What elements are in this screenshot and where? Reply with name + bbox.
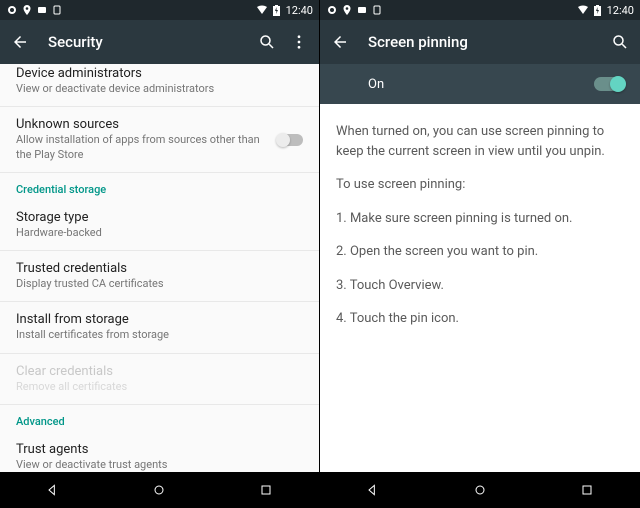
step-2: 2. Open the screen you want to pin. <box>336 242 624 262</box>
location-icon <box>341 4 353 16</box>
item-title: Trusted credentials <box>16 261 303 276</box>
detail-content: When turned on, you can use screen pinni… <box>320 104 640 472</box>
item-subtitle: Allow installation of apps from sources … <box>16 133 277 162</box>
item-trusted-credentials[interactable]: Trusted credentials Display trusted CA c… <box>0 251 319 302</box>
nav-overview[interactable] <box>256 480 276 500</box>
notif-icon <box>326 4 338 16</box>
screen-pinning-toggle[interactable] <box>594 77 624 91</box>
nav-home[interactable] <box>149 480 169 500</box>
item-title: Install from storage <box>16 312 303 327</box>
wifi-icon <box>256 4 268 16</box>
item-install-from-storage[interactable]: Install from storage Install certificate… <box>0 302 319 353</box>
step-3: 3. Touch Overview. <box>336 276 624 296</box>
status-bar: 12:40 <box>0 0 319 20</box>
nav-bar <box>0 472 319 508</box>
battery-icon <box>592 4 604 16</box>
toggle-bar: On <box>320 64 640 104</box>
item-unknown-sources[interactable]: Unknown sources Allow installation of ap… <box>0 107 319 173</box>
item-clear-credentials: Clear credentials Remove all certificate… <box>0 354 319 405</box>
item-title: Unknown sources <box>16 117 277 132</box>
nav-overview[interactable] <box>577 480 597 500</box>
item-title: Device administrators <box>16 66 303 81</box>
item-subtitle: View or deactivate trust agents <box>16 458 303 472</box>
search-button[interactable] <box>608 30 632 54</box>
notif-icon-2 <box>36 4 48 16</box>
status-bar: 12:40 <box>320 0 640 20</box>
clock: 12:40 <box>286 4 313 17</box>
item-storage-type[interactable]: Storage type Hardware-backed <box>0 200 319 251</box>
item-subtitle: View or deactivate device administrators <box>16 82 303 96</box>
item-title: Storage type <box>16 210 303 225</box>
overflow-button[interactable] <box>287 30 311 54</box>
back-button[interactable] <box>8 30 32 54</box>
toggle-label: On <box>368 77 594 92</box>
item-subtitle: Hardware-backed <box>16 226 303 240</box>
settings-list: Device administrators View or deactivate… <box>0 64 319 472</box>
notif-icon-3 <box>51 4 63 16</box>
intro-text: When turned on, you can use screen pinni… <box>336 122 624 161</box>
item-title: Trust agents <box>16 442 303 457</box>
app-bar: Security <box>0 20 319 64</box>
status-left <box>326 4 383 16</box>
notif-icon-3 <box>371 4 383 16</box>
clock: 12:40 <box>607 4 634 17</box>
step-4: 4. Touch the pin icon. <box>336 309 624 329</box>
nav-back[interactable] <box>43 480 63 500</box>
status-left <box>6 4 63 16</box>
step-1: 1. Make sure screen pinning is turned on… <box>336 209 624 229</box>
item-subtitle: Install certificates from storage <box>16 328 303 342</box>
section-credential-storage: Credential storage <box>0 173 319 200</box>
left-screen: 12:40 Security Device administrators Vie… <box>0 0 320 508</box>
battery-icon <box>271 4 283 16</box>
item-title: Clear credentials <box>16 364 303 379</box>
notif-icon <box>6 4 18 16</box>
wifi-icon <box>577 4 589 16</box>
status-right: 12:40 <box>256 4 313 17</box>
nav-bar <box>320 472 640 508</box>
item-device-administrators[interactable]: Device administrators View or deactivate… <box>0 64 319 107</box>
item-trust-agents[interactable]: Trust agents View or deactivate trust ag… <box>0 432 319 472</box>
body-text: When turned on, you can use screen pinni… <box>320 104 640 361</box>
instructions-header: To use screen pinning: <box>336 175 624 195</box>
app-bar: Screen pinning <box>320 20 640 64</box>
item-subtitle: Display trusted CA certificates <box>16 277 303 291</box>
location-icon <box>21 4 33 16</box>
nav-back[interactable] <box>363 480 383 500</box>
notif-icon-2 <box>356 4 368 16</box>
page-title: Security <box>48 33 247 51</box>
page-title: Screen pinning <box>368 33 600 51</box>
nav-home[interactable] <box>470 480 490 500</box>
search-button[interactable] <box>255 30 279 54</box>
item-subtitle: Remove all certificates <box>16 380 303 394</box>
status-right: 12:40 <box>577 4 634 17</box>
back-button[interactable] <box>328 30 352 54</box>
section-advanced: Advanced <box>0 405 319 432</box>
right-screen: 12:40 Screen pinning On When turned on, … <box>320 0 640 508</box>
unknown-sources-toggle[interactable] <box>277 134 303 146</box>
